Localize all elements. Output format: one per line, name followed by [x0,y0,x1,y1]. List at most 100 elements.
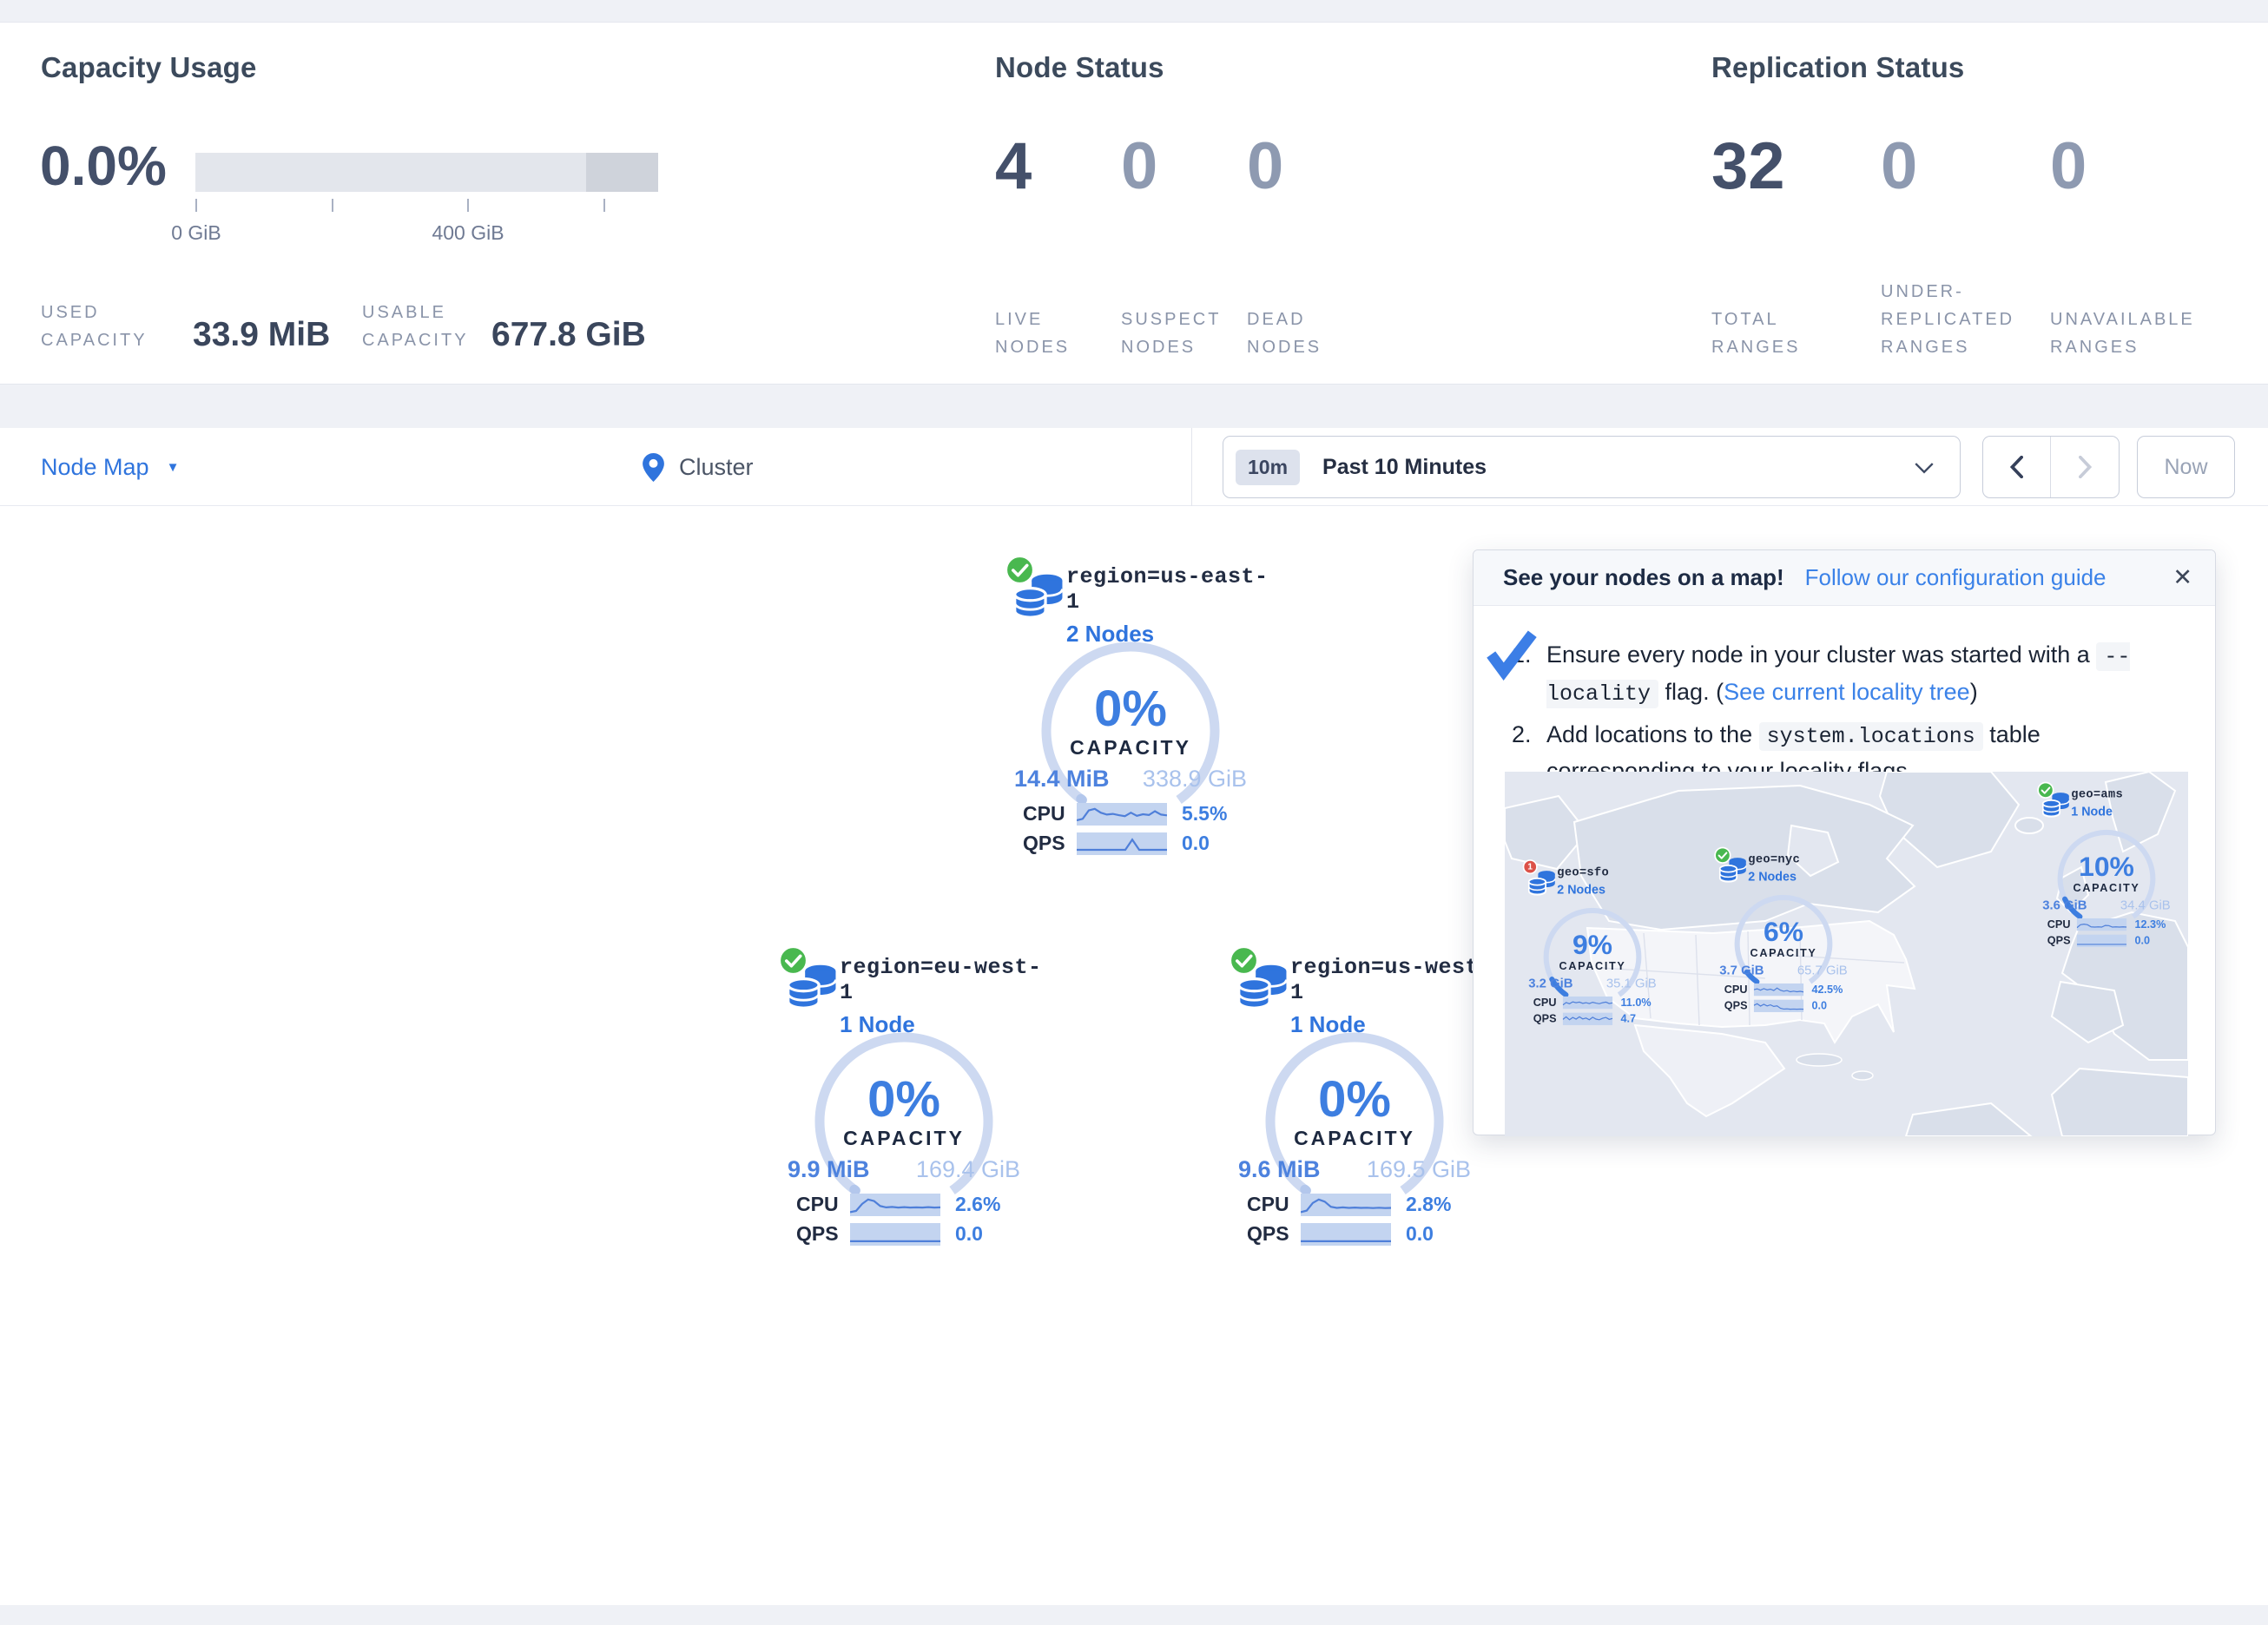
qps-value: 0.0 [1182,832,1210,855]
locality-tree-link[interactable]: See current locality tree [1724,679,1970,705]
time-back-button[interactable] [1983,437,2051,497]
region-capacity-gauge[interactable]: region=us-west-1 1 Node 0% CAPACITY 9.6 … [1216,943,1493,1255]
cpu-value: 5.5% [1182,802,1227,826]
database-nodes-icon [1719,857,1748,885]
capacity-values: 3.2 GiB35.1 GiB [1528,976,1656,990]
live-nodes-label: LIVE NODES [995,256,1070,361]
cpu-label: CPU [796,1193,850,1216]
gauge-header: geo=ams 1 Node [2030,780,2183,826]
locality-config-popup: See your nodes on a map! Follow our conf… [1473,549,2216,1135]
used-capacity-value: 33.9 MiB [193,316,330,354]
capacity-label: CAPACITY [1216,1127,1493,1150]
qps-metric-row: QPS 0.0 [796,1222,983,1246]
qps-value: 0.0 [955,1222,983,1246]
qps-label: QPS [1247,1222,1301,1246]
capacity-percent: 0% [765,1070,1043,1128]
cpu-sparkline [850,1194,940,1216]
region-capacity-gauge: 1 geo=sfo 2 Nodes 9% CAPACITY 3.2 GiB35.… [1516,859,1669,1030]
qps-sparkline [1301,1223,1391,1246]
used-value: 3.2 GiB [1528,976,1572,990]
capacity-values: 9.6 MiB 169.5 GiB [1238,1156,1471,1183]
total-value: 338.9 GiB [1143,766,1247,793]
qps-value: 0.0 [2134,934,2150,947]
cpu-sparkline [1754,984,1803,996]
cpu-value: 2.6% [955,1193,1000,1216]
nodes-count-link: 2 Nodes [1748,870,1800,885]
used-value: 3.7 GiB [1719,963,1764,977]
qps-label: QPS [1533,1012,1563,1025]
summary-stats-bar: Capacity Usage 0.0% 0 GiB 400 GiB USED C… [0,22,2268,385]
capacity-percent: 0% [1216,1070,1493,1128]
node-status-title: Node Status [995,51,1164,84]
replication-status-title: Replication Status [1711,51,1964,84]
view-selector-label: Node Map [41,454,149,481]
cpu-metric-row: CPU 12.3% [2047,918,2166,931]
capacity-percent: 0% [992,680,1269,738]
qps-metric-row: QPS 0.0 [1724,999,1827,1012]
usable-capacity-value: 677.8 GiB [491,316,646,354]
map-node-gauges: 1 geo=sfo 2 Nodes 9% CAPACITY 3.2 GiB35.… [1505,772,2188,1136]
cpu-value: 11.0% [1620,996,1651,1009]
configuration-guide-link[interactable]: Follow our configuration guide [1805,564,2106,591]
dead-nodes-count: 0 [1247,128,1283,204]
cpu-label: CPU [1247,1193,1301,1216]
used-value: 3.6 GiB [2042,898,2087,912]
cpu-sparkline [1563,997,1612,1009]
used-value: 9.6 MiB [1238,1156,1321,1183]
view-selector-dropdown[interactable]: Node Map ▼ [41,428,179,506]
capacity-bar-axis: 0 GiB 400 GiB [195,199,658,260]
capacity-values: 3.7 GiB65.7 GiB [1719,963,1847,977]
gauge-header: region=us-west-1 1 Node [1216,943,1493,1026]
capacity-percent: 10% [2030,851,2183,883]
cpu-label: CPU [1724,983,1754,996]
capacity-label: CAPACITY [2030,882,2183,895]
locality-label: region=us-west-1 [1290,955,1493,1005]
region-capacity-gauge[interactable]: region=eu-west-1 1 Node 0% CAPACITY 9.9 … [765,943,1043,1255]
cpu-metric-row: CPU 2.6% [796,1193,1000,1216]
cpu-sparkline [2077,918,2126,931]
capacity-usage-percent: 0.0% [40,134,167,198]
qps-sparkline [1754,999,1803,1011]
cpu-metric-row: CPU 42.5% [1724,983,1843,996]
qps-label: QPS [1023,832,1077,855]
unavailable-ranges-count: 0 [2050,128,2087,204]
popup-header: See your nodes on a map! Follow our conf… [1474,550,2215,606]
total-value: 34.4 GiB [2120,898,2171,912]
locality-label: geo=sfo [1557,865,1609,879]
database-nodes-icon [787,964,839,1016]
total-value: 169.5 GiB [1367,1156,1471,1183]
cpu-value: 42.5% [1811,983,1843,996]
close-icon[interactable]: ✕ [2172,564,2192,591]
total-ranges-label: TOTAL RANGES [1711,256,1800,361]
total-value: 169.4 GiB [916,1156,1020,1183]
live-nodes-count: 4 [995,128,1032,204]
cpu-value: 2.8% [1406,1193,1451,1216]
system-locations-code: system.locations [1759,722,1983,751]
qps-metric-row: QPS 0.0 [1023,832,1210,855]
dead-nodes-label: DEAD NODES [1247,256,1322,361]
chevron-down-icon [1915,463,1934,478]
gauge-header: region=eu-west-1 1 Node [765,943,1043,1026]
used-value: 9.9 MiB [788,1156,870,1183]
breadcrumb[interactable]: Cluster [643,428,754,506]
locality-label: geo=ams [2071,787,2123,801]
gauge-header: geo=nyc 2 Nodes [1707,845,1860,891]
capacity-label: CAPACITY [1707,947,1860,960]
cpu-metric-row: CPU 5.5% [1023,802,1227,826]
cpu-sparkline [1301,1194,1391,1216]
breadcrumb-label: Cluster [679,454,754,481]
now-button[interactable]: Now [2137,436,2235,498]
database-nodes-icon [1237,964,1289,1016]
qps-metric-row: QPS 0.0 [2047,934,2150,947]
qps-value: 0.0 [1406,1222,1434,1246]
time-forward-button[interactable] [2051,437,2119,497]
axis-tick-label: 400 GiB [432,221,504,245]
locality-label: geo=nyc [1748,852,1800,866]
gauge-header: region=us-east-1 2 Nodes [992,552,1269,635]
under-replicated-ranges-label: UNDER- REPLICATED RANGES [1881,256,2014,361]
database-nodes-icon [2042,792,2071,820]
capacity-bar-reserved-segment [586,153,658,192]
cpu-value: 12.3% [2134,918,2166,931]
region-capacity-gauge[interactable]: region=us-east-1 2 Nodes 0% CAPACITY 14.… [992,552,1269,865]
time-range-select[interactable]: 10m Past 10 Minutes [1223,436,1961,498]
